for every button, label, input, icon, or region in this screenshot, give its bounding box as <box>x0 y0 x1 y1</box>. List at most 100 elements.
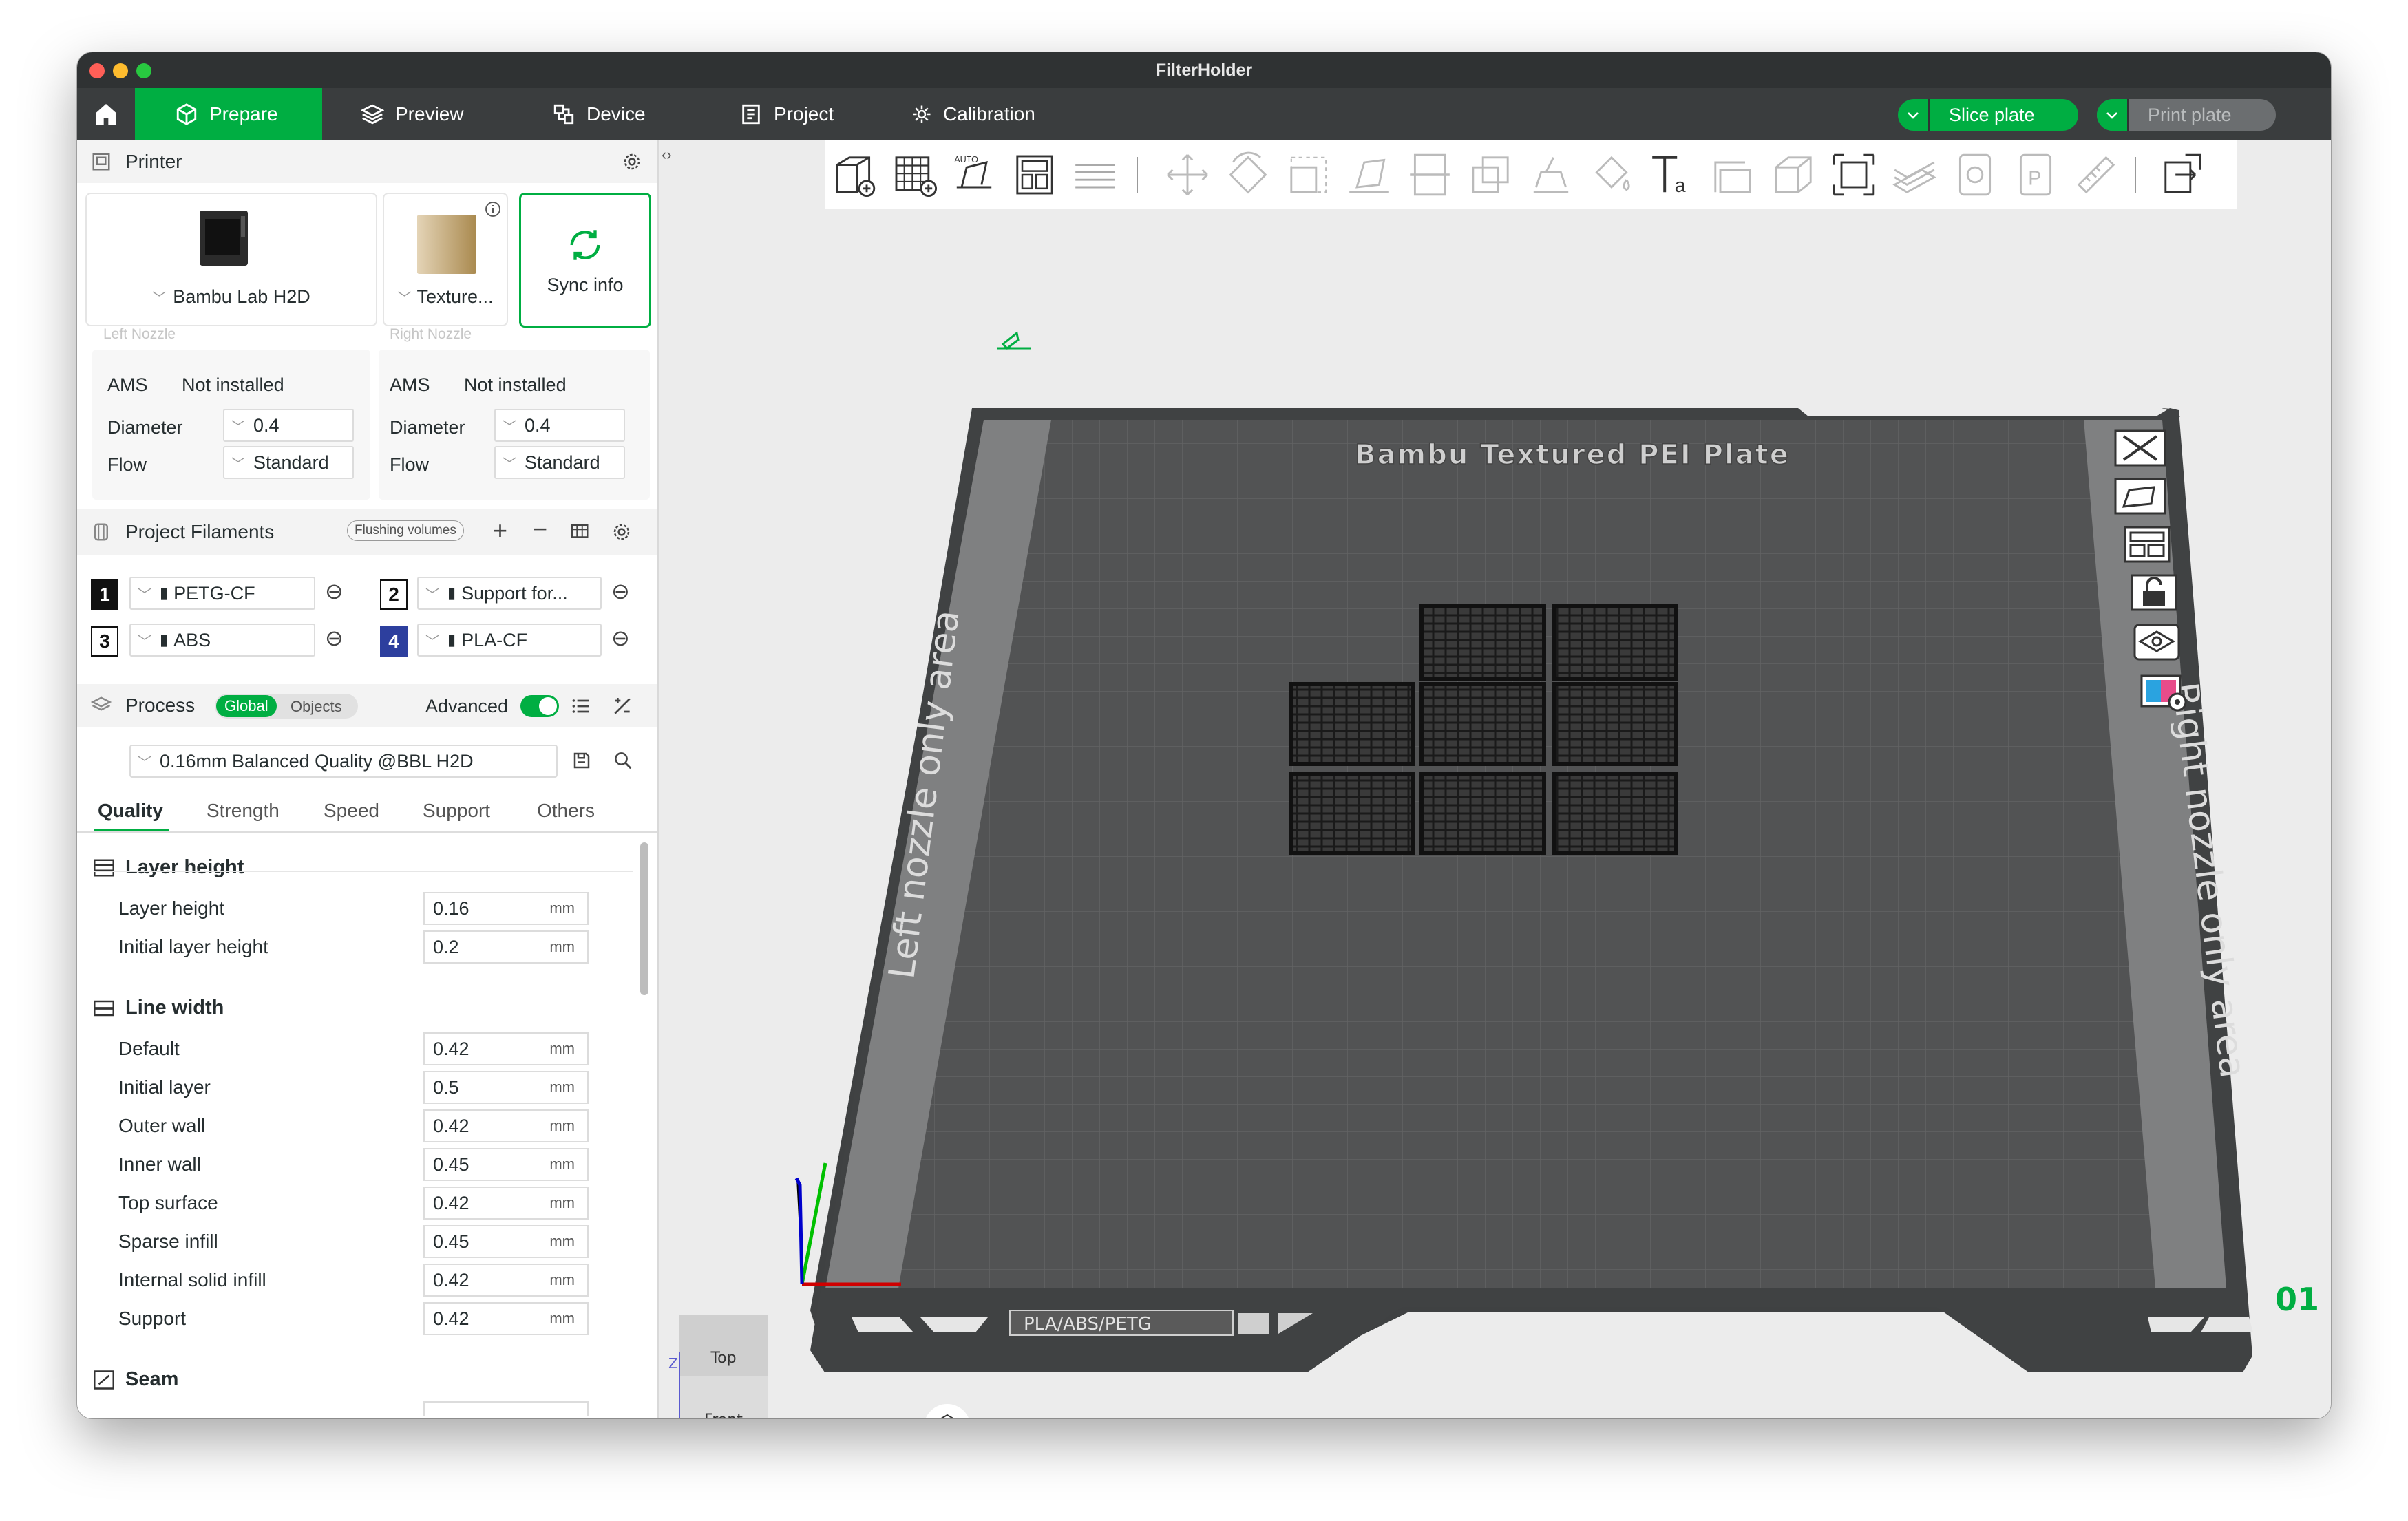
tab-project[interactable]: Project <box>739 88 834 140</box>
line-width-support-input[interactable]: 0.42 mm <box>423 1302 589 1335</box>
line-width-initial-layer-input[interactable]: 0.5 mm <box>423 1071 589 1104</box>
filament-more-icon[interactable]: ⊖ <box>325 578 344 604</box>
model-part[interactable] <box>1289 772 1415 855</box>
model-part[interactable] <box>1552 772 1678 855</box>
layer-height-input[interactable]: 0.16 mm <box>423 892 589 925</box>
filament-number-3[interactable]: 3 <box>91 626 118 657</box>
group-divider <box>94 871 633 872</box>
tab-strength[interactable]: Strength <box>207 800 279 822</box>
param-label: Top surface <box>118 1192 218 1213</box>
reset-view-button[interactable] <box>924 1404 971 1418</box>
line-width-top-surface-input[interactable]: 0.42 mm <box>423 1187 589 1220</box>
filament-number-1[interactable]: 1 <box>91 579 118 610</box>
filament-icon: ▮ <box>160 631 169 648</box>
plate-thumbnail-icon <box>417 215 476 274</box>
home-button[interactable] <box>77 88 135 140</box>
filament-number-2[interactable]: 2 <box>380 579 408 610</box>
initial-layer-height-input[interactable]: 0.2 mm <box>423 930 589 964</box>
param-unit: mm <box>549 1233 575 1250</box>
slice-plate-label: Slice plate <box>1949 104 2035 125</box>
tab-quality[interactable]: Quality <box>98 800 163 822</box>
tab-speed[interactable]: Speed <box>324 800 379 822</box>
params-scrollbar[interactable] <box>640 842 648 995</box>
filament-more-icon[interactable]: ⊖ <box>611 578 630 604</box>
tab-preview[interactable]: Preview <box>361 88 464 140</box>
line-width-inner-wall-input[interactable]: 0.45 mm <box>423 1148 589 1181</box>
view-cube[interactable]: Top Front X Z <box>668 1315 788 1418</box>
line-width-default-input[interactable]: 0.42 mm <box>423 1032 589 1065</box>
info-icon[interactable] <box>485 201 501 217</box>
tab-device[interactable]: Device <box>552 88 646 140</box>
list-icon[interactable] <box>570 695 592 717</box>
arrange-plate-icon[interactable] <box>2124 526 2171 563</box>
right-nozzle-caption: Right Nozzle <box>390 326 472 342</box>
left-flow-value: Standard <box>253 451 329 473</box>
line-width-internal-solid-infill-input[interactable]: 0.42 mm <box>423 1264 589 1297</box>
global-toggle-option[interactable]: Global <box>216 695 277 717</box>
device-icon <box>553 104 574 125</box>
printer-thumbnail-icon <box>200 211 248 266</box>
advanced-toggle[interactable] <box>520 695 559 717</box>
filament-select-2[interactable]: ﹀ ▮ Support for... <box>417 577 602 610</box>
filament-more-icon[interactable]: ⊖ <box>611 625 630 651</box>
print-dropdown-chevron-icon[interactable] <box>2097 99 2129 131</box>
model-part[interactable] <box>1289 682 1415 766</box>
search-icon[interactable] <box>613 750 633 771</box>
plate-number[interactable]: 01 <box>2275 1281 2319 1318</box>
process-section-title: Process <box>125 694 196 716</box>
plate-title: Bambu Textured PEI Plate <box>1355 439 1790 471</box>
orient-plate-icon[interactable] <box>2114 478 2166 515</box>
model-part[interactable] <box>1552 682 1678 766</box>
printer-settings-gear-icon[interactable] <box>622 151 642 172</box>
save-preset-icon[interactable] <box>571 750 592 771</box>
model-part[interactable] <box>1419 772 1546 855</box>
printer-card[interactable]: ﹀ Bambu Lab H2D <box>85 193 377 326</box>
flushing-volumes-button[interactable]: Flushing volumes <box>347 520 464 541</box>
slice-plate-button[interactable]: Slice plate <box>1898 99 2078 131</box>
filament-more-icon[interactable]: ⊖ <box>325 625 344 651</box>
tab-calibration[interactable]: Calibration <box>911 88 1035 140</box>
filament-icon: ▮ <box>160 584 169 602</box>
filament-grid-icon[interactable] <box>569 522 591 542</box>
left-flow-select[interactable]: ﹀ Standard <box>223 446 354 479</box>
model-part[interactable] <box>1419 604 1546 681</box>
param-unit: mm <box>549 1078 575 1096</box>
line-width-outer-wall-input[interactable]: 0.42 mm <box>423 1109 589 1142</box>
group-seam-title: Seam <box>125 1368 179 1390</box>
add-filament-icon[interactable]: + <box>493 516 507 545</box>
line-width-sparse-infill-input[interactable]: 0.45 mm <box>423 1225 589 1258</box>
filament-select-1[interactable]: ﹀ ▮ PETG-CF <box>129 577 315 610</box>
plate-card[interactable]: ﹀ Texture... <box>383 193 508 326</box>
process-preset-select[interactable]: ﹀ 0.16mm Balanced Quality @BBL H2D <box>129 745 558 778</box>
tab-support[interactable]: Support <box>423 800 490 822</box>
left-diameter-select[interactable]: ﹀ 0.4 <box>223 409 354 442</box>
chevron-down-icon: ﹀ <box>138 587 151 603</box>
tab-calibration-label: Calibration <box>943 103 1035 125</box>
filament-settings-gear-icon[interactable] <box>611 522 632 542</box>
model-part[interactable] <box>1552 604 1678 681</box>
plate-settings-eye-icon[interactable] <box>2133 624 2180 661</box>
filament-map-icon[interactable] <box>2140 674 2187 712</box>
remove-filament-icon[interactable]: − <box>533 515 547 544</box>
right-flow-select[interactable]: ﹀ Standard <box>494 446 625 479</box>
right-diameter-select[interactable]: ﹀ 0.4 <box>494 409 625 442</box>
slice-dropdown-chevron-icon[interactable] <box>1898 99 1930 131</box>
param-label: Layer height <box>118 897 225 919</box>
lock-plate-icon[interactable] <box>2131 574 2177 611</box>
filament-select-3[interactable]: ﹀ ▮ ABS <box>129 624 315 657</box>
seam-select-partial[interactable] <box>423 1401 589 1416</box>
print-plate-button[interactable]: Print plate <box>2097 99 2276 131</box>
objects-toggle-option[interactable]: Objects <box>291 698 342 716</box>
delete-plate-icon[interactable] <box>2114 429 2166 467</box>
filament-number-4[interactable]: 4 <box>380 626 408 657</box>
model-part[interactable] <box>1419 682 1546 766</box>
edit-plate-name-icon[interactable] <box>997 331 1031 350</box>
build-plate-scene[interactable]: Bambu Textured PEI Plate Left nozzle onl… <box>659 140 2331 1418</box>
compare-icon[interactable] <box>611 695 633 717</box>
filament-select-4[interactable]: ﹀ ▮ PLA-CF <box>417 624 602 657</box>
3d-viewport[interactable]: ‹› AUTO a P Bambu Textured PEI Plate Lef… <box>659 140 2331 1418</box>
tab-prepare[interactable]: Prepare <box>135 88 322 140</box>
tab-others[interactable]: Others <box>537 800 595 822</box>
sync-info-button[interactable]: Sync info <box>519 193 651 328</box>
layers-icon <box>361 104 384 125</box>
